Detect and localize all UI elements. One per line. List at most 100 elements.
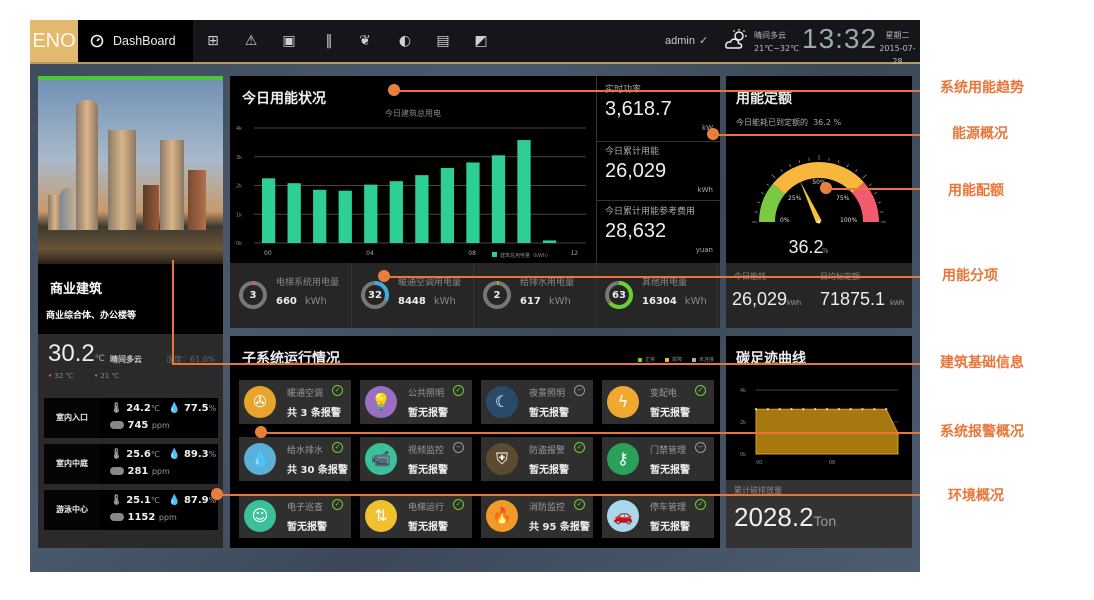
alarm-count: 暂无报警 — [650, 408, 690, 419]
pie-icon[interactable]: ◐ — [396, 32, 414, 50]
energy-split-item[interactable]: 3 电梯系统用电量 660 kWh — [230, 263, 352, 328]
bar — [517, 140, 531, 243]
date-box: 星期二 2015-07-28 — [875, 29, 920, 68]
gauge-tick — [798, 160, 801, 164]
carbon-point — [837, 408, 841, 411]
energy-bar-chart[interactable]: 今日建筑总用电 0k 1k 2k 3k 4k 00 04 08 12 建筑总用电量（kWh） — [230, 88, 596, 263]
legend-swatch — [492, 252, 497, 257]
gauge-tick — [837, 160, 840, 164]
annotation-line — [713, 134, 920, 136]
gauge-tick — [874, 192, 878, 195]
export-icon[interactable]: ◩ — [472, 32, 490, 50]
warning-icon[interactable]: ⚠ — [242, 32, 260, 50]
bar — [364, 184, 378, 243]
temp-low: • 21 ℃ — [94, 372, 120, 380]
quota-subtitle: 今日能耗已到定额的 36.2 % — [736, 118, 842, 127]
y-tick-label: 4k — [236, 126, 242, 132]
x-tick-label: 00 — [264, 250, 272, 257]
gauge-icon — [90, 34, 104, 48]
outdoor-weather: 晴间多云 — [110, 355, 142, 364]
bar — [313, 189, 327, 243]
subsystem-name: 门禁管理 — [650, 446, 687, 456]
leaf-icon[interactable]: ❦ — [356, 32, 374, 50]
gauge-label: 0% — [780, 217, 790, 224]
water-meter-icon[interactable]: ▣ — [280, 32, 298, 50]
today-consumption: 26,029kWh — [732, 289, 802, 309]
bar — [338, 190, 352, 243]
subsystem-name: 暖通空调 — [287, 389, 324, 399]
split-name: 电梯系统用电量 — [276, 278, 340, 288]
env-location: 室内中庭 — [44, 444, 100, 484]
gauge-tick — [862, 174, 867, 179]
status-ok-icon: ✓ — [574, 442, 585, 453]
env-row: 室内入口 🌡 24.2℃ 💧 77.5% 745 ppm — [44, 398, 218, 438]
barcode-icon[interactable]: ‖ — [320, 32, 338, 50]
status-offline-icon: − — [695, 442, 706, 453]
thermometer-icon: 🌡 — [110, 495, 123, 506]
building-description: 商业综合体、办公楼等 — [46, 311, 137, 321]
energy-split-item[interactable]: 32 暖通空调用电量 8448 kWh — [352, 263, 474, 328]
logo[interactable]: ENO — [30, 20, 78, 62]
report-search-icon[interactable]: ▤ — [434, 32, 452, 50]
subsystem-tile[interactable]: 💡 公共照明 ✓ 暂无报警 — [360, 380, 472, 424]
subsystem-tile[interactable]: ϟ 变配电 ✓ 暂无报警 — [602, 380, 714, 424]
tab-dashboard[interactable]: DashBoard — [78, 20, 193, 62]
x-tick-label: 04 — [366, 250, 374, 257]
energy-split-item[interactable]: 2 给排水用电量 617 kWh — [474, 263, 596, 328]
subsystem-tile[interactable]: 📹 视频监控 − 暂无报警 — [360, 437, 472, 481]
subsystem-name: 公共照明 — [408, 389, 445, 399]
energy-split-item[interactable]: 63 其他用电量 16304 kWh — [596, 263, 718, 328]
env-humidity: 💧 87.9% — [168, 495, 217, 506]
chevron-down-icon: ✓ — [698, 35, 709, 47]
gauge-value: 36.2 — [788, 237, 823, 257]
carbon-panel: 碳足迹曲线 0k 2k 4k 00 08 — [726, 336, 912, 480]
partly-cloudy-icon — [725, 29, 747, 49]
today-energy: 今日累计用能 26,029 kWh — [605, 147, 713, 194]
weekday: 星期二 — [885, 31, 910, 40]
env-co2: 745 ppm — [110, 420, 170, 431]
gauge-needle — [799, 180, 822, 224]
environment-panel: 30.2℃ 晴间多云 湿度：61.0% • 32 ℃ • 21 ℃ 室内入口 🌡 … — [38, 334, 223, 548]
subsystem-name: 消防监控 — [529, 503, 566, 513]
annotation-line — [172, 260, 174, 364]
split-percent: 32 — [368, 290, 382, 301]
annotation-line — [826, 188, 920, 190]
subsystem-tile[interactable]: 💧 给水排水 ✓ 共 30 条报警 — [239, 437, 351, 481]
lightning-icon: ϟ — [607, 386, 639, 418]
subsystem-tile[interactable]: ☺ 电子巡查 ✓ 暂无报警 — [239, 494, 351, 538]
carbon-area-chart[interactable]: 0k 2k 4k 00 08 — [726, 370, 912, 480]
legend-swatch — [691, 357, 696, 362]
env-humidity: 💧 77.5% — [168, 403, 217, 414]
gauge-tick — [757, 201, 761, 204]
legend-swatch — [637, 357, 642, 362]
subsystem-tile[interactable]: ☾ 夜景照明 − 暂无报警 — [481, 380, 593, 424]
legend-item: 故障 — [664, 356, 682, 363]
guard-icon: ☺ — [244, 500, 276, 532]
status-ok-icon: ✓ — [332, 442, 343, 453]
annotation-label: 用能配额 — [948, 183, 1004, 199]
subsystem-tile[interactable]: ⚷ 门禁管理 − 暂无报警 — [602, 437, 714, 481]
x-tick-label: 00 — [756, 460, 762, 466]
gauge-tick — [780, 169, 783, 173]
dashboard: ENO DashBoard ⊞ ⚠ ▣ ‖ ❦ ◐ ▤ ◩ admin ✓ 晴间多云 21℃~32… — [30, 20, 920, 572]
carbon-point — [790, 408, 793, 411]
subsystem-tile[interactable]: ✇ 暖通空调 ✓ 共 3 条报警 — [239, 380, 351, 424]
subsystem-tile[interactable]: ⇅ 电梯运行 ✓ 暂无报警 — [360, 494, 472, 538]
subsystem-name: 停车管理 — [650, 503, 687, 513]
co2-cloud-icon — [110, 467, 124, 475]
split-value: 16304 kWh — [642, 296, 707, 307]
subsystem-tile[interactable]: ⛨ 防盗报警 ✓ 暂无报警 — [481, 437, 593, 481]
annotation-label: 系统用能趋势 — [940, 80, 1024, 96]
user-menu[interactable]: admin ✓ — [665, 34, 708, 47]
subsystem-name: 电子巡查 — [287, 503, 324, 513]
env-temp: 🌡 24.2℃ — [110, 403, 160, 414]
subsystem-tile[interactable]: 🔥 消防监控 ✓ 共 95 条报警 — [481, 494, 593, 538]
monitor-pulse-icon[interactable]: ⊞ — [204, 32, 222, 50]
split-percent: 63 — [612, 290, 626, 301]
carbon-summary: 累计碳排放量 2028.2Ton — [726, 480, 912, 548]
env-row: 室内中庭 🌡 25.6℃ 💧 89.3% 281 ppm — [44, 444, 218, 484]
moon-icon: ☾ — [486, 386, 518, 418]
env-humidity: 💧 89.3% — [168, 449, 217, 460]
subsystem-tile[interactable]: 🚗 停车管理 ✓ 暂无报警 — [602, 494, 714, 538]
carbon-point — [802, 408, 805, 411]
